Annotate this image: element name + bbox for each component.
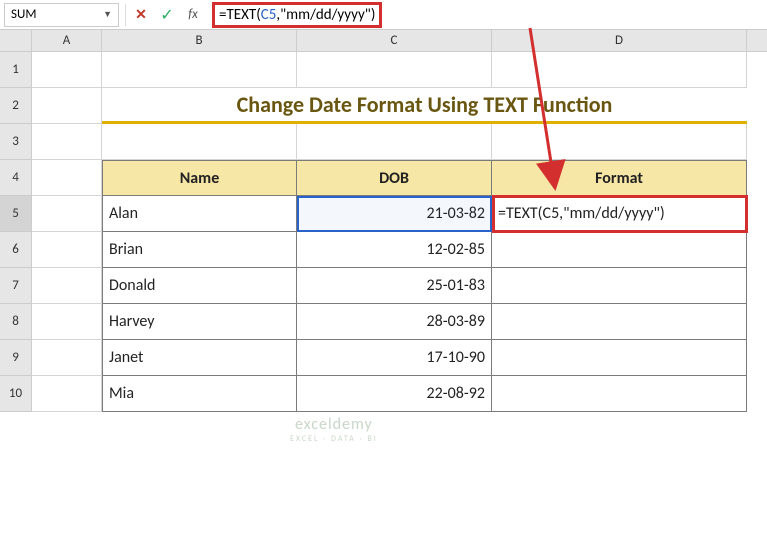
cell-B3[interactable] (102, 124, 297, 160)
cell-A1[interactable] (32, 52, 102, 88)
name-box-value: SUM (11, 7, 103, 22)
formula-text-suffix: ,"mm/dd/yyyy") (276, 6, 375, 24)
row-header[interactable]: 5 (0, 196, 32, 232)
chevron-down-icon[interactable]: ▼ (103, 9, 112, 20)
grid: 1 2 Change Date Format Using TEXT Functi… (0, 52, 767, 412)
cell-A2[interactable] (32, 88, 102, 124)
header-name[interactable]: Name (102, 160, 297, 196)
row-header[interactable]: 8 (0, 304, 32, 340)
cell-A10[interactable] (32, 376, 102, 412)
cell-A6[interactable] (32, 232, 102, 268)
formula-input[interactable]: =TEXT(C5,"mm/dd/yyyy") (206, 3, 767, 27)
row-header[interactable]: 3 (0, 124, 32, 160)
row-header[interactable]: 9 (0, 340, 32, 376)
name-box[interactable]: SUM ▼ (4, 3, 119, 27)
cell-A4[interactable] (32, 160, 102, 196)
cell-format[interactable] (492, 268, 747, 304)
fx-button[interactable]: fx (180, 3, 206, 27)
cell-C3[interactable] (297, 124, 492, 160)
cell-dob[interactable]: 21-03-82 (297, 196, 492, 232)
cell-D3[interactable] (492, 124, 747, 160)
formula-highlight: =TEXT(C5,"mm/dd/yyyy") (212, 2, 382, 28)
cell-name[interactable]: Harvey (102, 304, 297, 340)
cell-A3[interactable] (32, 124, 102, 160)
cell-name[interactable]: Brian (102, 232, 297, 268)
row-header[interactable]: 4 (0, 160, 32, 196)
cell-name[interactable]: Donald (102, 268, 297, 304)
column-headers: A B C D (0, 30, 767, 52)
header-dob[interactable]: DOB (297, 160, 492, 196)
watermark-line1: exceldemy (290, 415, 378, 434)
formula-cell-ref: C5 (261, 6, 277, 24)
x-icon: ✕ (135, 6, 147, 23)
cell-C1[interactable] (297, 52, 492, 88)
cell-dob[interactable]: 17-10-90 (297, 340, 492, 376)
cell-dob[interactable]: 12-02-85 (297, 232, 492, 268)
cell-format[interactable] (492, 340, 747, 376)
page-title: Change Date Format Using TEXT Function (237, 91, 613, 118)
cell-name[interactable]: Alan (102, 196, 297, 232)
cell-dob[interactable]: 25-01-83 (297, 268, 492, 304)
header-format[interactable]: Format (492, 160, 747, 196)
cancel-button[interactable]: ✕ (128, 3, 154, 27)
col-header-C[interactable]: C (297, 30, 492, 51)
cell-name[interactable]: Janet (102, 340, 297, 376)
col-header-D[interactable]: D (492, 30, 747, 51)
row-header[interactable]: 2 (0, 88, 32, 124)
cell-D1[interactable] (492, 52, 747, 88)
check-icon: ✓ (160, 5, 173, 25)
row-header[interactable]: 6 (0, 232, 32, 268)
formula-bar: SUM ▼ ✕ ✓ fx =TEXT(C5,"mm/dd/yyyy") (0, 0, 767, 30)
cell-A5[interactable] (32, 196, 102, 232)
watermark-line2: EXCEL · DATA · BI (290, 434, 378, 444)
row-header[interactable]: 10 (0, 376, 32, 412)
fx-icon: fx (188, 7, 198, 22)
cell-format[interactable] (492, 232, 747, 268)
cell-format[interactable]: =TEXT(C5,"mm/dd/yyyy") (492, 196, 747, 232)
col-header-B[interactable]: B (102, 30, 297, 51)
separator (125, 4, 126, 26)
watermark: exceldemy EXCEL · DATA · BI (290, 415, 378, 444)
cell-name[interactable]: Mia (102, 376, 297, 412)
row-header[interactable]: 7 (0, 268, 32, 304)
title-cell[interactable]: Change Date Format Using TEXT Function (102, 88, 747, 124)
col-header-A[interactable]: A (32, 30, 102, 51)
cell-A9[interactable] (32, 340, 102, 376)
cell-A7[interactable] (32, 268, 102, 304)
select-all-cell[interactable] (0, 30, 32, 51)
cell-dob[interactable]: 22-08-92 (297, 376, 492, 412)
cell-format[interactable] (492, 376, 747, 412)
cell-dob[interactable]: 28-03-89 (297, 304, 492, 340)
formula-text-prefix: =TEXT( (219, 6, 261, 24)
cell-B1[interactable] (102, 52, 297, 88)
row-header[interactable]: 1 (0, 52, 32, 88)
enter-button[interactable]: ✓ (154, 3, 180, 27)
cell-A8[interactable] (32, 304, 102, 340)
cell-format[interactable] (492, 304, 747, 340)
